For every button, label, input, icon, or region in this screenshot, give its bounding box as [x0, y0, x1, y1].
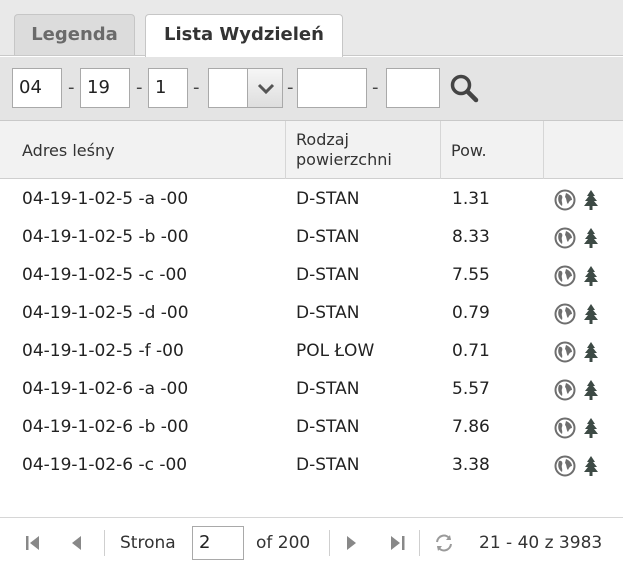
row-actions [554, 341, 614, 363]
globe-icon[interactable] [554, 265, 576, 287]
cell-area: 5.57 [452, 379, 490, 399]
cell-address: 04-19-1-02-5 -d -00 [22, 303, 189, 323]
pager-divider [419, 530, 420, 556]
chevron-down-icon [257, 83, 275, 95]
row-actions [554, 227, 614, 249]
cell-surface-type: D-STAN [296, 303, 360, 323]
table-body: 04-19-1-02-5 -a -00 D-STAN 1.31 04-19-1-02-… [0, 180, 623, 496]
search-icon[interactable] [449, 73, 479, 103]
pager-divider [329, 530, 330, 556]
cell-surface-type: D-STAN [296, 265, 360, 285]
tree-icon[interactable] [580, 455, 602, 477]
pagination-toolbar: Strona 2 of 200 21 - 40 z 3983 [0, 517, 623, 567]
cell-surface-type: D-STAN [296, 227, 360, 247]
cell-surface-type: D-STAN [296, 379, 360, 399]
cell-area: 1.31 [452, 189, 490, 209]
globe-icon[interactable] [554, 227, 576, 249]
cell-address: 04-19-1-02-6 -b -00 [22, 417, 189, 437]
column-header-surface-type[interactable]: Rodzaj powierzchni [286, 121, 441, 179]
tree-icon[interactable] [580, 417, 602, 439]
tab-legenda[interactable]: Legenda [14, 14, 135, 55]
globe-icon[interactable] [554, 189, 576, 211]
globe-icon[interactable] [554, 303, 576, 325]
row-actions [554, 189, 614, 211]
filter-separator: - [136, 77, 143, 98]
tree-icon[interactable] [580, 265, 602, 287]
filter-separator: - [68, 77, 75, 98]
cell-area: 7.86 [452, 417, 490, 437]
dropdown-button[interactable] [247, 68, 283, 108]
row-actions [554, 303, 614, 325]
tab-lista-wydzielen[interactable]: Lista Wydzieleń [145, 14, 343, 57]
table-row[interactable]: 04-19-1-02-6 -c -00 D-STAN 3.38 [0, 446, 623, 484]
forest-units-panel: Legenda Lista Wydzieleń 04 - 19 - 1 - - … [0, 0, 623, 567]
pager-divider [104, 530, 105, 556]
row-actions [554, 265, 614, 287]
tree-icon[interactable] [580, 379, 602, 401]
cell-area: 8.33 [452, 227, 490, 247]
row-actions [554, 417, 614, 439]
cell-surface-type: POL ŁOW [296, 341, 375, 361]
cell-surface-type: D-STAN [296, 189, 360, 209]
cell-address: 04-19-1-02-6 -c -00 [22, 455, 188, 475]
cell-address: 04-19-1-02-5 -f -00 [22, 341, 184, 361]
cell-surface-type: D-STAN [296, 417, 360, 437]
next-page-icon[interactable] [340, 532, 362, 554]
tree-icon[interactable] [580, 303, 602, 325]
filter-field-3[interactable]: 1 [148, 68, 188, 108]
filter-field-6[interactable] [386, 68, 440, 108]
cell-address: 04-19-1-02-5 -b -00 [22, 227, 189, 247]
table-row[interactable]: 04-19-1-02-6 -a -00 D-STAN 5.57 [0, 370, 623, 408]
cell-address: 04-19-1-02-5 -a -00 [22, 189, 189, 209]
table-row[interactable]: 04-19-1-02-5 -c -00 D-STAN 7.55 [0, 256, 623, 294]
previous-page-icon[interactable] [66, 532, 88, 554]
address-filter-bar: 04 - 19 - 1 - - - [0, 57, 623, 121]
first-page-icon[interactable] [22, 532, 44, 554]
tree-icon[interactable] [580, 341, 602, 363]
table-row[interactable]: 04-19-1-02-5 -f -00 POL ŁOW 0.71 [0, 332, 623, 370]
column-header-area[interactable]: Pow. [441, 121, 544, 179]
tree-icon[interactable] [580, 189, 602, 211]
globe-icon[interactable] [554, 455, 576, 477]
page-count-label: of 200 [256, 533, 311, 553]
column-header-actions [544, 121, 623, 179]
table-row[interactable]: 04-19-1-02-5 -b -00 D-STAN 8.33 [0, 218, 623, 256]
page-number-input[interactable]: 2 [192, 526, 244, 560]
record-range-label: 21 - 40 z 3983 [479, 533, 603, 553]
row-actions [554, 379, 614, 401]
filter-field-1[interactable]: 04 [12, 68, 62, 108]
cell-surface-type: D-STAN [296, 455, 360, 475]
filter-separator: - [287, 77, 294, 98]
cell-area: 7.55 [452, 265, 490, 285]
filter-separator: - [193, 77, 200, 98]
table-header: Adres leśny Rodzaj powierzchni Pow. [0, 121, 623, 179]
filter-field-5[interactable] [297, 68, 367, 108]
filter-separator: - [372, 77, 379, 98]
cell-address: 04-19-1-02-6 -a -00 [22, 379, 189, 399]
column-header-label: Rodzaj powierzchni [296, 130, 392, 169]
cell-address: 04-19-1-02-5 -c -00 [22, 265, 188, 285]
cell-area: 3.38 [452, 455, 490, 475]
refresh-icon[interactable] [433, 532, 455, 554]
globe-icon[interactable] [554, 341, 576, 363]
column-header-label: Adres leśny [22, 140, 115, 160]
tab-bar: Legenda Lista Wydzieleń [0, 0, 623, 57]
cell-area: 0.79 [452, 303, 490, 323]
column-header-label: Pow. [451, 140, 487, 160]
tree-icon[interactable] [580, 227, 602, 249]
column-header-address[interactable]: Adres leśny [0, 121, 286, 179]
table-row[interactable]: 04-19-1-02-6 -b -00 D-STAN 7.86 [0, 408, 623, 446]
filter-select[interactable] [208, 68, 248, 108]
cell-area: 0.71 [452, 341, 490, 361]
table-row[interactable]: 04-19-1-02-5 -d -00 D-STAN 0.79 [0, 294, 623, 332]
filter-field-2[interactable]: 19 [80, 68, 130, 108]
table-row[interactable]: 04-19-1-02-5 -a -00 D-STAN 1.31 [0, 180, 623, 218]
page-label: Strona [120, 533, 176, 553]
row-actions [554, 455, 614, 477]
last-page-icon[interactable] [387, 532, 409, 554]
globe-icon[interactable] [554, 379, 576, 401]
globe-icon[interactable] [554, 417, 576, 439]
